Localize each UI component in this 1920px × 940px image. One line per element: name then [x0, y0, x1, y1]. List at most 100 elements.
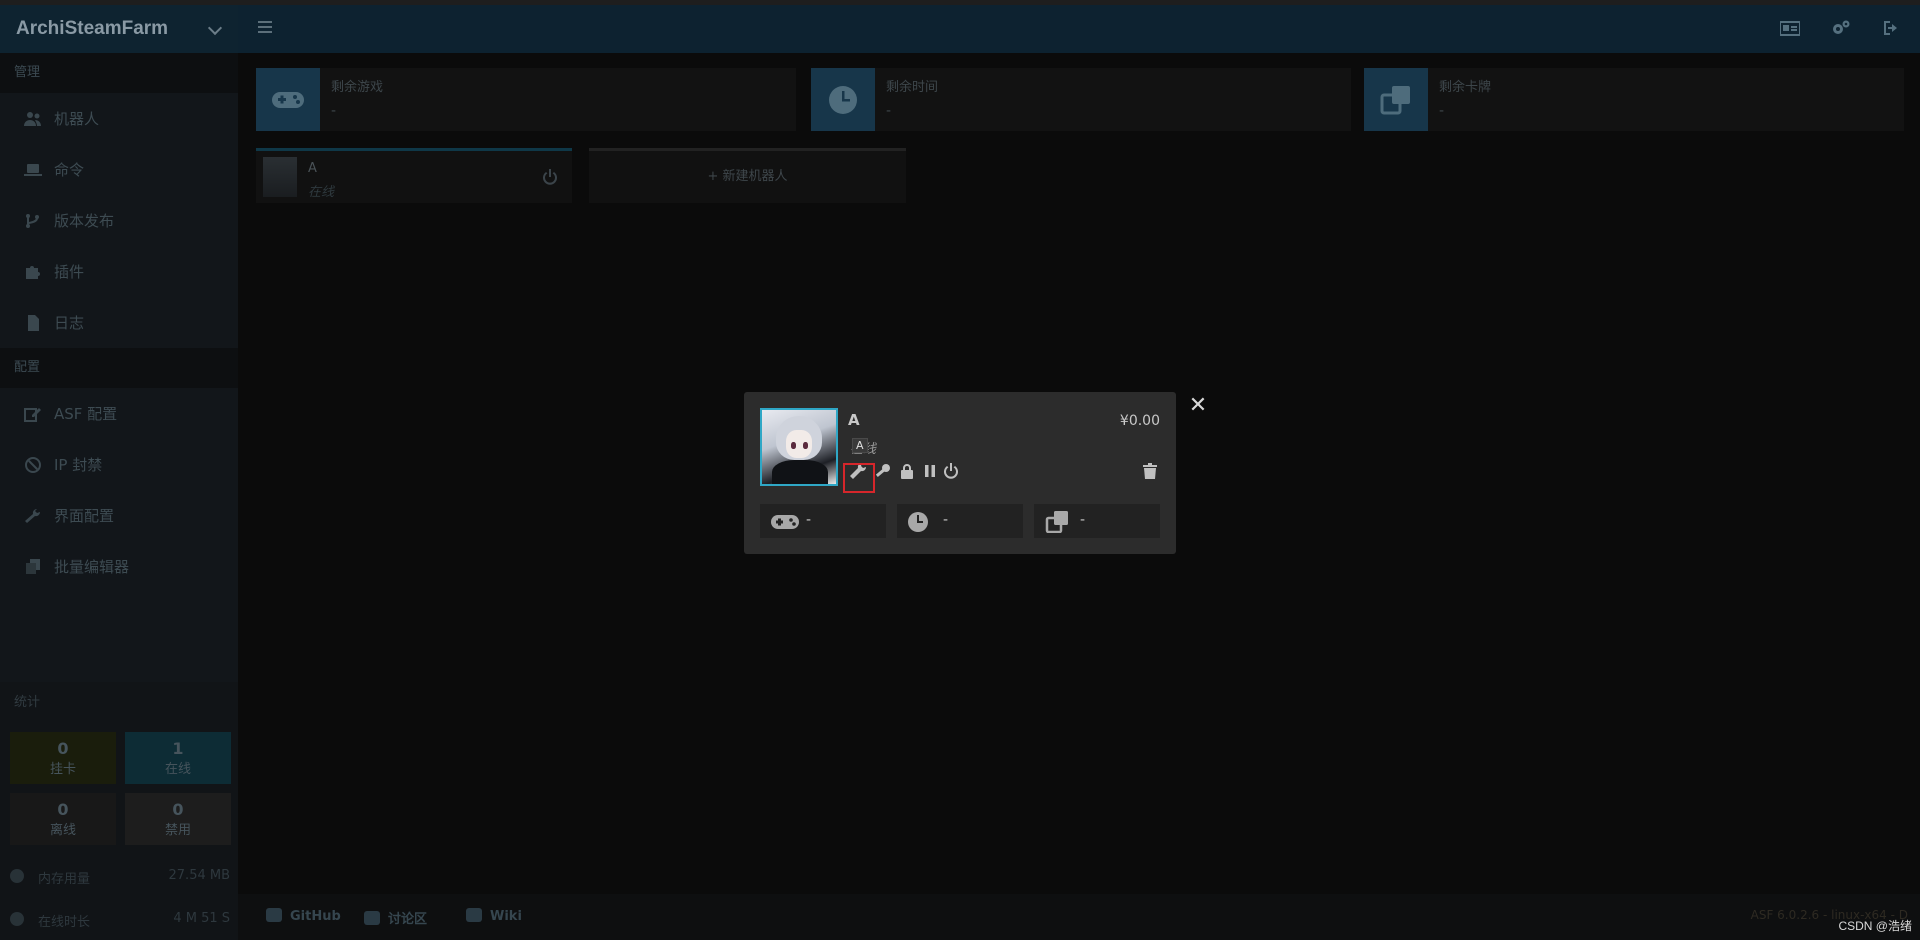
- cogs-icon[interactable]: [1831, 19, 1851, 37]
- discussion-link[interactable]: 讨论区: [364, 908, 427, 927]
- avatar-eye: [803, 442, 808, 449]
- sidebar-item-label: 界面配置: [54, 507, 115, 525]
- tooltip: A: [852, 438, 868, 453]
- laptop-icon: [24, 162, 42, 178]
- puzzle-icon: [24, 264, 42, 280]
- github-label: GitHub: [290, 909, 341, 924]
- users-icon: [24, 111, 42, 127]
- key-icon[interactable]: [875, 463, 893, 481]
- cards-icon: [1364, 68, 1428, 131]
- wiki-link[interactable]: Wiki: [466, 908, 522, 924]
- brand[interactable]: ArchiSteamFarm: [0, 5, 238, 53]
- clock-icon: [811, 68, 875, 131]
- file-icon: [24, 314, 42, 331]
- edit-icon: [24, 406, 42, 422]
- copy-icon: [24, 558, 42, 575]
- power-icon[interactable]: [542, 169, 558, 185]
- bot-tile[interactable]: A 在线: [256, 148, 572, 203]
- clock-icon: [908, 512, 928, 532]
- card-label: 剩余时间: [886, 80, 939, 95]
- sidebar-item-log[interactable]: 日志: [0, 297, 238, 348]
- sidebar-item-asf-config[interactable]: ASF 配置: [0, 388, 238, 439]
- sidebar-item-label: ASF 配置: [54, 405, 118, 423]
- gamepad-icon: [256, 68, 320, 131]
- sidebar-spacer: [0, 592, 238, 682]
- stat-online[interactable]: 1 在线: [125, 732, 231, 784]
- games-remaining-card: 剩余游戏 -: [256, 68, 796, 131]
- card-value: -: [331, 103, 337, 119]
- stat-label: 挂卡: [49, 762, 76, 777]
- sidebar-item-label: 批量编辑器: [54, 558, 130, 576]
- stat-value: 0: [57, 739, 69, 758]
- time-remaining-card: 剩余时间 -: [811, 68, 1351, 131]
- trash-icon[interactable]: [1142, 463, 1160, 481]
- sidebar-item-ip-ban[interactable]: IP 封禁: [0, 439, 238, 490]
- stat-label: 禁用: [164, 823, 191, 838]
- stat-offline[interactable]: 0 离线: [10, 793, 116, 845]
- bot-name: A: [308, 161, 317, 176]
- github-link[interactable]: GitHub: [266, 908, 341, 924]
- config-section-header: 配置: [0, 348, 238, 388]
- uptime: 在线时长 4 M 51 S: [0, 909, 238, 931]
- gamepad-icon: [771, 515, 799, 529]
- avatar-eye: [791, 442, 796, 449]
- card-label: 剩余卡牌: [1439, 80, 1492, 95]
- gauge-icon: [10, 869, 24, 883]
- games-remaining-stat: -: [760, 504, 886, 538]
- menu-icon[interactable]: [258, 21, 272, 33]
- avatar-body: [772, 460, 828, 484]
- pause-icon[interactable]: [922, 463, 940, 481]
- uptime-label: 在线时长: [38, 915, 91, 930]
- card-value: -: [886, 103, 892, 119]
- stat-value: 0: [172, 800, 184, 819]
- sidebar-item-ui-config[interactable]: 界面配置: [0, 490, 238, 541]
- card-value: -: [1439, 103, 1445, 119]
- config-menu: ASF 配置 IP 封禁 界面配置 批量编辑器: [0, 388, 238, 592]
- discussion-label: 讨论区: [388, 912, 428, 927]
- uptime-value: 4 M 51 S: [173, 911, 230, 926]
- lock-icon[interactable]: [899, 463, 917, 481]
- sidebar-item-label: 日志: [54, 314, 85, 332]
- cards-remaining-card: 剩余卡牌 -: [1364, 68, 1904, 131]
- bot-detail-modal: A ¥0.00 在线 A - - -: [744, 392, 1176, 554]
- id-card-icon[interactable]: [1779, 19, 1801, 37]
- app-title: ArchiSteamFarm: [16, 18, 169, 39]
- book-icon: [466, 908, 482, 922]
- add-bot-button[interactable]: + 新建机器人: [589, 148, 906, 203]
- time-remaining-stat: -: [897, 504, 1023, 538]
- avatar: [760, 408, 838, 486]
- sidebar-item-mass-editor[interactable]: 批量编辑器: [0, 541, 238, 592]
- sidebar-item-bots[interactable]: 机器人: [0, 93, 238, 144]
- branch-icon: [24, 213, 42, 229]
- highlight-box: [843, 463, 875, 493]
- sidebar-item-label: 机器人: [54, 110, 100, 128]
- stat-value: -: [1080, 512, 1086, 528]
- power-icon[interactable]: [943, 463, 961, 481]
- stat-label: 在线: [164, 762, 191, 777]
- chevron-down-icon[interactable]: [207, 20, 223, 36]
- sidebar-item-label: 版本发布: [54, 212, 115, 230]
- memory-label: 内存用量: [38, 872, 91, 887]
- sidebar-item-commands[interactable]: 命令: [0, 144, 238, 195]
- stat-value: -: [806, 512, 812, 528]
- clock-icon: [10, 912, 24, 926]
- sidebar-item-plugins[interactable]: 插件: [0, 246, 238, 297]
- top-bar: [238, 5, 1920, 53]
- card-label: 剩余游戏: [331, 80, 384, 95]
- avatar-face: [786, 430, 812, 458]
- logout-icon[interactable]: [1882, 19, 1902, 37]
- stat-value: -: [943, 512, 949, 528]
- manage-menu: 机器人 命令 版本发布 插件 日志: [0, 93, 238, 348]
- comments-icon: [364, 911, 380, 925]
- stat-value: 1: [172, 739, 184, 758]
- cards-icon: [1045, 511, 1068, 533]
- sidebar-item-releases[interactable]: 版本发布: [0, 195, 238, 246]
- watermark: CSDN @浩绪: [1838, 919, 1912, 933]
- stat-farming[interactable]: 0 挂卡: [10, 732, 116, 784]
- stat-disabled[interactable]: 0 禁用: [125, 793, 231, 845]
- wrench-icon: [24, 508, 42, 524]
- close-icon[interactable]: ✕: [1188, 394, 1208, 418]
- stats-section-header: 统计: [14, 695, 41, 710]
- wallet-balance: ¥0.00: [1119, 413, 1160, 429]
- sidebar-item-label: IP 封禁: [54, 456, 103, 474]
